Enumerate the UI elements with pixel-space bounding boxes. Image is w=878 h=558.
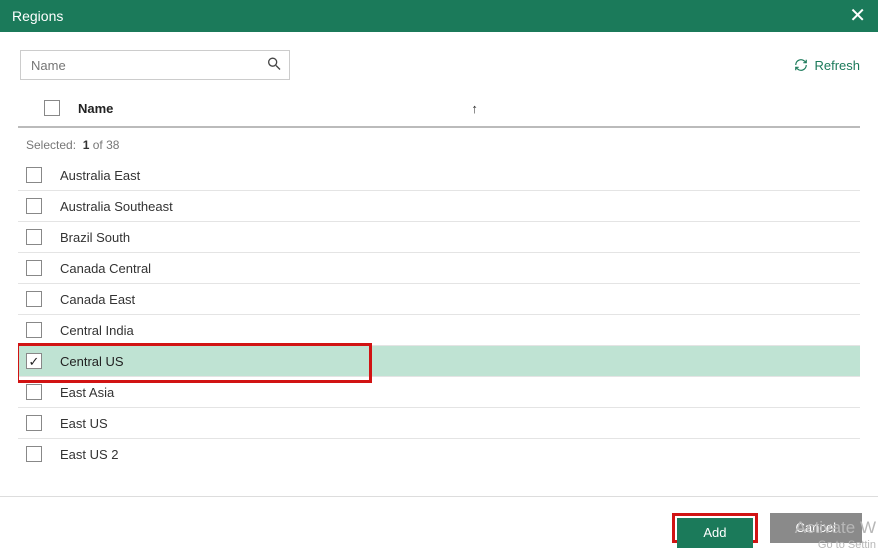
row-checkbox[interactable] [26, 322, 42, 338]
list-wrap: Australia East Australia Southeast Brazil … [18, 160, 860, 466]
column-name[interactable]: Name [78, 101, 113, 116]
close-icon[interactable]: ✕ [849, 6, 866, 26]
row-checkbox[interactable] [26, 446, 42, 462]
row-checkbox[interactable] [26, 353, 42, 369]
row-label: Central US [60, 354, 124, 369]
table-row[interactable]: Canada East [18, 284, 860, 315]
row-label: Brazil South [60, 230, 130, 245]
row-highlight: Central US [18, 346, 860, 377]
refresh-icon [794, 58, 808, 72]
table-row[interactable]: Brazil South [18, 222, 860, 253]
table-row[interactable]: East US 2 [18, 439, 860, 466]
add-button[interactable]: Add [677, 518, 752, 548]
table-row[interactable]: Canada Central [18, 253, 860, 284]
selected-of: of [93, 138, 103, 152]
search-wrap [20, 50, 290, 80]
toolbar: Refresh [0, 32, 878, 92]
selected-prefix: Selected: [26, 138, 76, 152]
row-label: Australia East [60, 168, 140, 183]
refresh-label: Refresh [814, 58, 860, 73]
region-list[interactable]: Australia East Australia Southeast Brazil … [18, 160, 860, 466]
row-label: East US 2 [60, 447, 119, 462]
cancel-button[interactable]: Cancel [770, 513, 862, 543]
refresh-button[interactable]: Refresh [794, 58, 860, 73]
table-row[interactable]: Central US [18, 346, 860, 377]
row-checkbox[interactable] [26, 415, 42, 431]
footer: Add Cancel [0, 496, 878, 558]
add-button-highlight: Add [672, 513, 757, 543]
row-label: Australia Southeast [60, 199, 173, 214]
selection-summary: Selected: 1 of 38 [0, 128, 878, 160]
search-icon[interactable] [266, 56, 282, 75]
table-row[interactable]: East Asia [18, 377, 860, 408]
row-label: East US [60, 416, 108, 431]
row-checkbox[interactable] [26, 167, 42, 183]
table-header: Name ↑ [18, 92, 860, 128]
row-checkbox[interactable] [26, 291, 42, 307]
row-label: Canada East [60, 292, 135, 307]
dialog-title: Regions [12, 8, 63, 24]
selected-total: 38 [106, 138, 119, 152]
selected-count: 1 [83, 138, 90, 152]
table-row[interactable]: Central India [18, 315, 860, 346]
sort-asc-icon[interactable]: ↑ [471, 101, 478, 116]
row-label: Canada Central [60, 261, 151, 276]
titlebar: Regions ✕ [0, 0, 878, 32]
row-checkbox[interactable] [26, 260, 42, 276]
row-checkbox[interactable] [26, 198, 42, 214]
row-label: Central India [60, 323, 134, 338]
row-label: East Asia [60, 385, 114, 400]
select-all-checkbox[interactable] [44, 100, 60, 116]
table-row[interactable]: East US [18, 408, 860, 439]
search-input[interactable] [20, 50, 290, 80]
row-checkbox[interactable] [26, 229, 42, 245]
table-row[interactable]: Australia Southeast [18, 191, 860, 222]
table-row[interactable]: Australia East [18, 160, 860, 191]
row-checkbox[interactable] [26, 384, 42, 400]
